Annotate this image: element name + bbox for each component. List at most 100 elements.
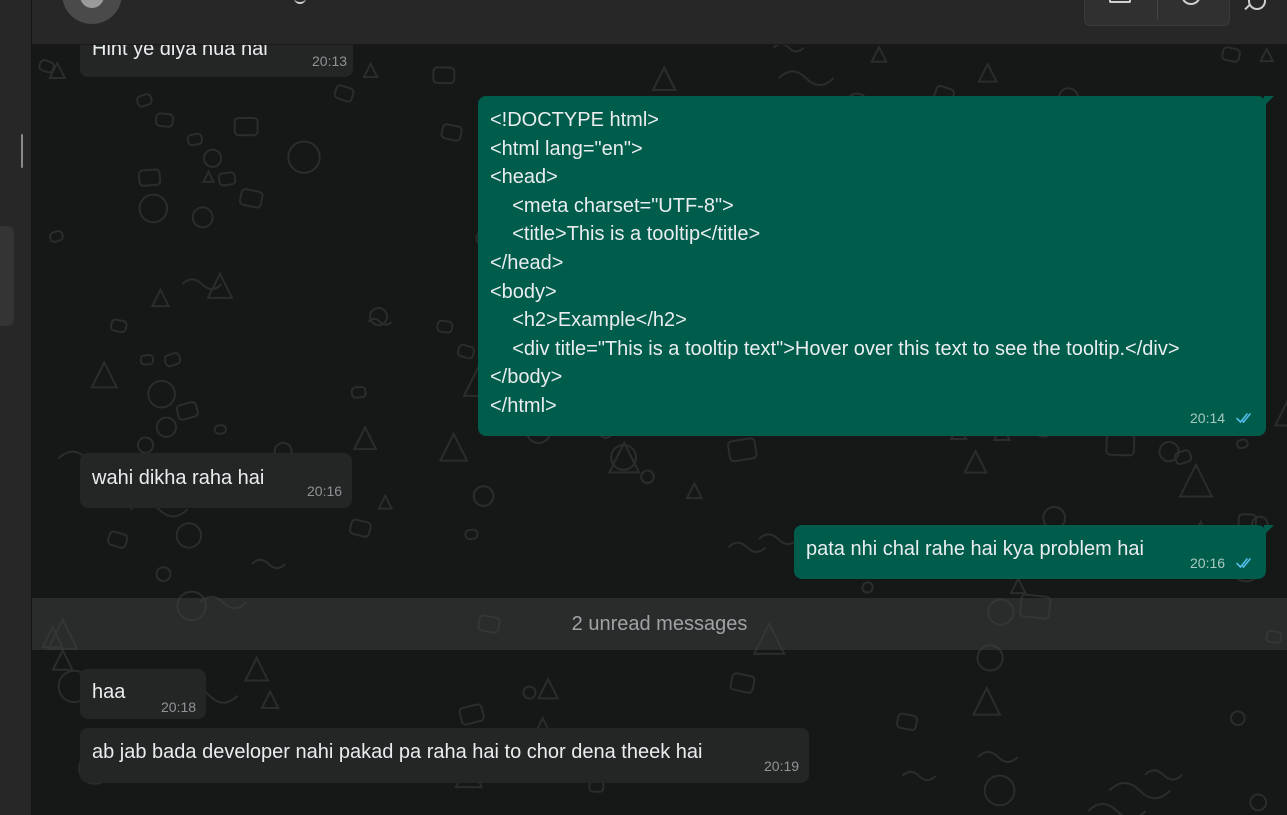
message-bubble-outgoing[interactable]: pata nhi chal rahe hai kya problem hai 2…: [794, 525, 1274, 579]
message-time: 20:18: [161, 699, 197, 715]
message-list[interactable]: Hint ye diya hua hai 20:13 <!DOCTYPE htm…: [32, 45, 1287, 815]
wallpaper-doodle: [213, 424, 227, 435]
wallpaper-doodle: [191, 206, 214, 229]
wallpaper-doodle: [238, 188, 264, 209]
wallpaper-doodle: [251, 558, 286, 570]
wallpaper-doodle: [154, 112, 175, 128]
wallpaper-doodle: [983, 774, 1016, 807]
wallpaper-doodle: [217, 171, 237, 187]
wallpaper-doodle: [536, 676, 560, 700]
wallpaper-doodle: [136, 436, 155, 454]
wallpaper-doodle: [233, 116, 259, 137]
sidebar-panel-edge: [0, 226, 14, 326]
double-check-read-icon: [1236, 413, 1251, 424]
wallpaper-doodle: [472, 485, 495, 507]
message-text: pata nhi chal rahe hai kya problem hai: [806, 538, 1144, 560]
message-bubble-incoming[interactable]: ab jab bada developer nahi pakad pa raha…: [80, 728, 809, 783]
wallpaper-doodle: [51, 648, 75, 671]
wallpaper-doodle: [368, 307, 389, 327]
wallpaper-doodle: [727, 541, 767, 553]
wallpaper-doodle: [977, 61, 999, 83]
wallpaper-doodle: [348, 518, 372, 538]
double-check-read-icon: [1236, 558, 1251, 569]
wallpaper-doodle: [155, 416, 178, 438]
wallpaper-doodle: [163, 352, 182, 368]
call-button-group: [1084, 0, 1230, 26]
wallpaper-doodle: [685, 481, 704, 500]
wallpaper-doodle: [1235, 438, 1249, 450]
wallpaper-doodle: [90, 360, 119, 389]
rail-scroll-indicator[interactable]: [21, 134, 23, 168]
unread-messages-label: 2 unread messages: [571, 613, 748, 635]
wallpaper-doodle: [175, 522, 203, 549]
wallpaper-doodle: [1221, 46, 1241, 63]
wallpaper-doodle: [651, 65, 677, 92]
wallpaper-doodle: [260, 689, 280, 710]
wallpaper-doodle: [243, 655, 270, 682]
call-group-divider: [1157, 0, 1158, 19]
wallpaper-doodle: [977, 750, 1019, 763]
wallpaper-doodle: [758, 533, 799, 546]
wallpaper-doodle: [901, 770, 937, 782]
wallpaper-doodle: [1259, 46, 1275, 63]
message-text: wahi dikha raha hai: [92, 467, 265, 489]
wallpaper-doodle: [109, 318, 128, 334]
wallpaper-doodle: [870, 45, 888, 63]
wallpaper-doodle: [362, 61, 379, 79]
message-time: 20:19: [764, 758, 800, 774]
wallpaper-doodle: [48, 230, 64, 243]
wallpaper-doodle: [1144, 769, 1183, 781]
wallpaper-doodle: [1087, 802, 1147, 815]
wallpaper-doodle: [1105, 433, 1136, 457]
wallpaper-doodle: [432, 66, 456, 85]
wallpaper-doodle: [287, 140, 321, 174]
wallpaper-doodle: [1249, 793, 1268, 812]
wallpaper-doodle: [350, 385, 367, 399]
wallpaper-doodle: [436, 319, 454, 334]
wallpaper-doodle: [727, 437, 758, 463]
wallpaper-doodle: [137, 168, 162, 187]
wallpaper-doodle: [729, 672, 756, 694]
message-text: haa: [92, 681, 126, 703]
bubble-tail: [1264, 96, 1274, 106]
video-call-icon[interactable]: [1109, 0, 1131, 3]
wallpaper-doodle: [458, 703, 485, 726]
contact-name[interactable]: [294, 0, 306, 4]
message-time: 20:16: [307, 483, 343, 499]
chat-header: [32, 0, 1287, 45]
chat-window: Hint ye diya hua hai 20:13 <!DOCTYPE htm…: [0, 0, 1287, 815]
wallpaper-doodle: [1009, 576, 1028, 595]
message-bubble-incoming[interactable]: Hint ye diya hua hai 20:13: [80, 45, 353, 77]
wallpaper-doodle: [377, 493, 394, 510]
wallpaper-doodle: [464, 528, 479, 541]
wallpaper-doodle: [861, 581, 874, 594]
search-icon[interactable]: [1248, 0, 1266, 10]
message-text: Hint ye diya hua hai: [92, 45, 268, 60]
wallpaper-doodle: [352, 425, 378, 451]
wallpaper-doodle: [139, 354, 155, 366]
message-text: ab jab bada developer nahi pakad pa raha…: [92, 741, 703, 763]
contact-avatar[interactable]: [62, 0, 122, 24]
voice-call-icon[interactable]: [1181, 0, 1201, 5]
wallpaper-doodle: [1230, 710, 1246, 727]
message-bubble-incoming[interactable]: wahi dikha raha hai 20:16: [80, 453, 352, 508]
wallpaper-doodle: [440, 123, 463, 142]
wallpaper-doodle: [107, 530, 129, 549]
wallpaper-doodle: [438, 431, 469, 462]
wallpaper-doodle: [138, 193, 169, 224]
message-time: 20:14: [1190, 410, 1226, 426]
unread-messages-divider: 2 unread messages: [32, 598, 1287, 650]
wallpaper-doodle: [895, 712, 919, 731]
left-rail: [0, 0, 32, 815]
wallpaper-doodle: [1178, 462, 1214, 498]
wallpaper-doodle: [201, 169, 216, 183]
wallpaper-doodle: [155, 566, 172, 583]
message-time: 20:13: [312, 53, 348, 69]
wallpaper-doodle: [522, 685, 537, 700]
message-bubble-incoming[interactable]: haa 20:18: [80, 669, 206, 719]
message-text: <!DOCTYPE html> <html lang="en"> <head> …: [490, 109, 1180, 417]
wallpaper-doodle: [1273, 399, 1287, 427]
wallpaper-doodle: [175, 401, 199, 421]
wallpaper-doodle: [640, 469, 655, 485]
message-bubble-outgoing[interactable]: <!DOCTYPE html> <html lang="en"> <head> …: [478, 96, 1274, 436]
